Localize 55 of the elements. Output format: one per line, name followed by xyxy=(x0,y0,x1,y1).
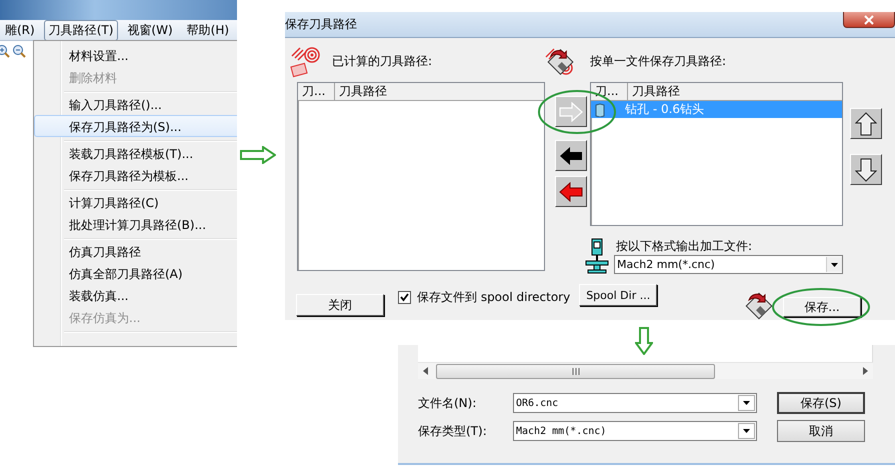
menu-item[interactable]: 装载仿真... xyxy=(34,284,237,306)
window-title: 保存刀具路径 xyxy=(285,16,357,33)
toolpaths-icon xyxy=(290,46,322,78)
machine-icon xyxy=(584,238,610,274)
close-icon xyxy=(863,14,875,24)
menu-item[interactable]: 材料设置... xyxy=(34,44,237,66)
save-button[interactable]: 保存... xyxy=(783,297,861,317)
drill-icon xyxy=(595,102,605,116)
column-header[interactable]: 刀具路径 xyxy=(335,83,544,100)
dropdown-arrow-icon xyxy=(743,429,750,433)
menu-bar-item[interactable]: 视窗(W) xyxy=(122,20,178,40)
close-button[interactable] xyxy=(843,12,895,28)
menu-bar-item[interactable]: 雕(R) xyxy=(0,20,40,40)
dropdown-arrow-icon xyxy=(743,401,750,405)
spool-dir-button[interactable]: Spool Dir ... xyxy=(579,284,658,306)
menu-item[interactable]: 批处理计算刀具路径(B)... xyxy=(34,213,237,235)
menu-item[interactable]: 仿真全部刀具路径(A) xyxy=(34,262,237,284)
menu-item[interactable]: 仿真刀具路径 xyxy=(34,240,237,262)
menu-bar-item[interactable]: 刀具路径(T) xyxy=(44,20,118,40)
move-down-button[interactable] xyxy=(850,154,882,185)
dropdown-arrow-icon xyxy=(831,262,838,266)
file-name-field[interactable]: OR6.cnc xyxy=(513,393,757,413)
field-label: 文件名(N): xyxy=(418,394,478,412)
column-header[interactable]: 刀具路径 xyxy=(628,83,842,100)
menu-item[interactable]: 装载刀具路径模板(T)... xyxy=(34,142,237,164)
output-format-label: 按以下格式输出加工文件: xyxy=(615,238,754,255)
zoom-out-icon[interactable] xyxy=(12,44,26,58)
field-label: 保存类型(T): xyxy=(418,422,488,440)
list-label: 已计算的刀具路径: xyxy=(332,53,432,70)
menu-item[interactable]: 保存刀具路径为模板... xyxy=(34,164,237,186)
menu-item[interactable]: 保存刀具路径为(S)... xyxy=(34,115,237,137)
close-button[interactable]: 关闭 xyxy=(296,294,384,316)
save-button[interactable]: 保存(S) xyxy=(777,392,865,414)
add-button[interactable] xyxy=(555,96,587,127)
cancel-button[interactable]: 取消 xyxy=(777,420,865,442)
scroll-right-icon[interactable] xyxy=(861,367,869,375)
grip-icon xyxy=(572,368,580,374)
scroll-left-icon[interactable] xyxy=(422,367,430,375)
remove-button[interactable] xyxy=(555,140,587,171)
checkbox[interactable] xyxy=(398,290,411,304)
zoom-in-icon[interactable] xyxy=(0,44,10,58)
menu-bar-item[interactable]: 帮助(H) xyxy=(182,20,234,40)
down-arrow-icon xyxy=(635,327,653,355)
menu-item[interactable]: 输入刀具路径()... xyxy=(34,93,237,115)
horizontal-scrollbar[interactable] xyxy=(418,362,873,379)
right-arrow-icon xyxy=(240,146,276,164)
menu-item[interactable]: 计算刀具路径(C) xyxy=(34,191,237,213)
file-type-dropdown[interactable]: Mach2 mm(*.cnc) xyxy=(513,421,757,441)
column-header[interactable]: 刀... xyxy=(298,83,335,100)
list-label: 按单一文件保存刀具路径: xyxy=(590,53,726,70)
output-format-dropdown[interactable]: Mach2 mm(*.cnc) xyxy=(614,255,843,274)
calculated-toolpaths-list[interactable]: 刀... 刀具路径 xyxy=(297,82,545,271)
checkbox-label: 保存文件到 spool directory xyxy=(417,288,570,306)
move-up-button[interactable] xyxy=(850,108,882,139)
remove-all-button[interactable] xyxy=(555,176,587,207)
